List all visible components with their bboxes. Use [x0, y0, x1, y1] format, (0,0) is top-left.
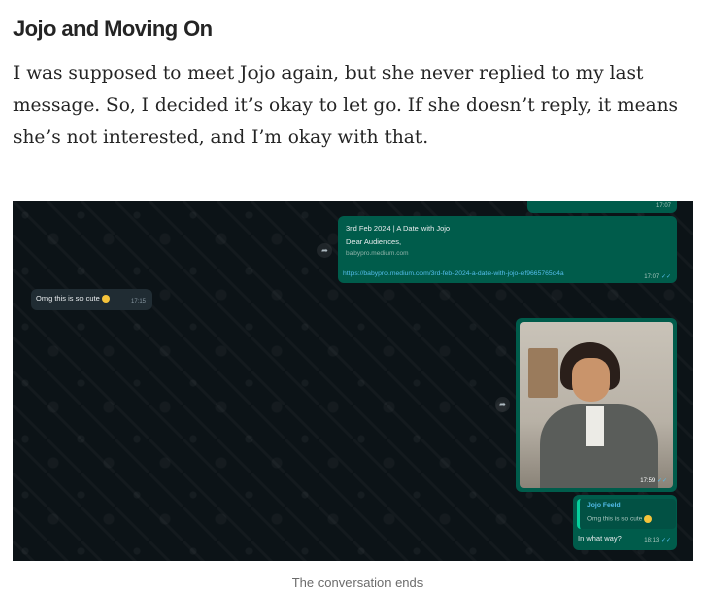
read-ticks-icon: ✓✓: [660, 274, 671, 280]
message-text: In what way?: [578, 534, 622, 543]
photo-message[interactable]: 17:59 ✓✓: [516, 318, 677, 492]
article-heading: Jojo and Moving On: [13, 16, 213, 41]
link-title: 3rd Feb 2024 | A Date with Jojo: [346, 224, 451, 233]
link-host: babypro.medium.com: [346, 250, 409, 257]
article-paragraph: I was supposed to meet Jojo again, but s…: [13, 63, 679, 148]
message-time: 17:59 ✓✓: [640, 478, 667, 484]
portrait-photo[interactable]: 17:59 ✓✓: [520, 322, 673, 488]
previous-message-bubble: 17:07: [527, 201, 677, 213]
read-ticks-icon: ✓✓: [656, 478, 667, 484]
read-ticks-icon: ✓✓: [660, 538, 671, 544]
message-time: 17:07: [655, 203, 671, 209]
forward-icon[interactable]: ➦: [317, 243, 332, 258]
quoted-message[interactable]: Jojo Feeld Omg this is so cute: [577, 499, 676, 529]
chat-screenshot: 17:07 ➦ 3rd Feb 2024 | A Date with Jojo …: [13, 201, 693, 561]
smiling-face-with-hearts-icon: [101, 295, 110, 304]
quoted-text: Omg this is so cute: [587, 515, 653, 523]
quoted-sender: Jojo Feeld: [587, 502, 621, 509]
image-caption: The conversation ends: [291, 575, 424, 590]
smiling-face-with-hearts-icon: [644, 515, 653, 523]
forward-icon[interactable]: ➦: [495, 397, 510, 412]
reply-message[interactable]: Jojo Feeld Omg this is so cute In what w…: [573, 495, 677, 550]
message-time: 18:13 ✓✓: [644, 538, 671, 544]
link-preview-message[interactable]: 3rd Feb 2024 | A Date with Jojo Dear Aud…: [338, 216, 677, 283]
message-text: Omg this is so cute: [36, 294, 110, 304]
message-time: 17:15: [131, 299, 147, 305]
incoming-message[interactable]: Omg this is so cute 17:15: [31, 289, 152, 310]
message-time: 17:07 ✓✓: [644, 274, 671, 280]
link-description: Dear Audiences,: [346, 237, 402, 246]
link-url[interactable]: https://babypro.medium.com/3rd-feb-2024-…: [343, 270, 564, 277]
